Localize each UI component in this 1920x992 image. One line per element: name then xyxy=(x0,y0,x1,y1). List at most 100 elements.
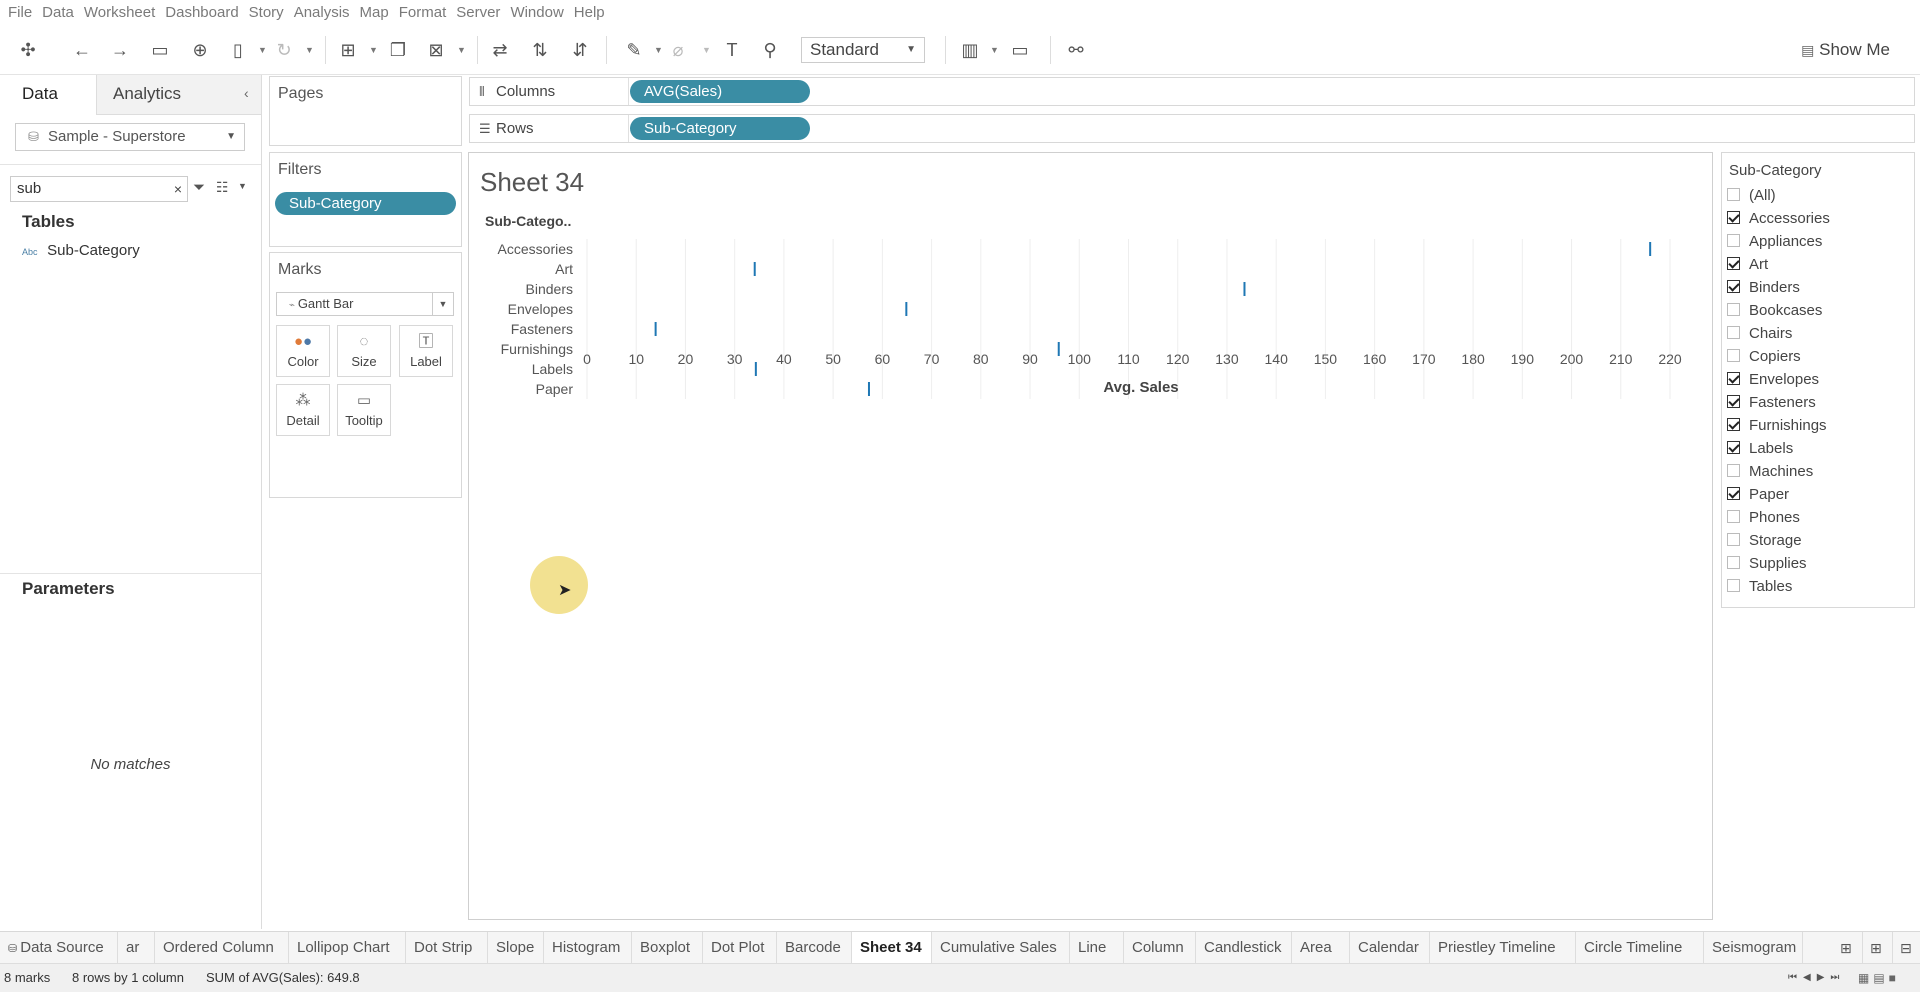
filter-item[interactable]: Storage xyxy=(1727,530,1802,552)
gantt-mark[interactable] xyxy=(905,302,908,316)
filter-item[interactable]: Accessories xyxy=(1727,208,1830,230)
menu-item-data[interactable]: Data xyxy=(37,0,79,26)
checkbox[interactable] xyxy=(1727,555,1740,569)
field-search-input[interactable]: sub × xyxy=(10,176,188,202)
chevron-down-icon[interactable]: ▼ xyxy=(238,181,247,191)
tableau-logo-icon[interactable]: ✣ xyxy=(16,38,40,62)
filter-item[interactable]: Fasteners xyxy=(1727,392,1816,414)
menu-item-story[interactable]: Story xyxy=(244,0,289,26)
tab-cumulative-sales[interactable]: Cumulative Sales xyxy=(932,932,1070,964)
sort-descending-icon[interactable]: ⇵ xyxy=(568,38,592,62)
tab-barcode[interactable]: Barcode xyxy=(777,932,852,964)
tab-area[interactable]: Area xyxy=(1292,932,1350,964)
refresh-icon[interactable]: ↻ xyxy=(272,38,296,62)
tab-data[interactable]: Data xyxy=(22,83,58,105)
checkbox[interactable] xyxy=(1727,210,1740,224)
checkbox[interactable] xyxy=(1727,532,1740,546)
highlight-icon[interactable]: ✎ xyxy=(622,38,646,62)
menu-item-format[interactable]: Format xyxy=(394,0,452,26)
undo-icon[interactable]: ← xyxy=(70,38,94,62)
tab-seismogram[interactable]: Seismogram xyxy=(1704,932,1803,964)
menu-item-help[interactable]: Help xyxy=(569,0,610,26)
checkbox[interactable] xyxy=(1727,486,1740,500)
new-story-icon[interactable]: ⊟ xyxy=(1892,932,1920,964)
checkbox[interactable] xyxy=(1727,279,1740,293)
checkbox[interactable] xyxy=(1727,371,1740,385)
menu-item-server[interactable]: Server xyxy=(451,0,505,26)
tab-data-source[interactable]: ⛁ Data Source xyxy=(0,932,118,964)
chevron-down-icon[interactable]: ▼ xyxy=(369,38,378,62)
sheet-navigation-icons[interactable]: ⏮◀▶⏭ xyxy=(1788,964,1845,992)
tab-histogram[interactable]: Histogram xyxy=(544,932,632,964)
checkbox[interactable] xyxy=(1727,325,1740,339)
tab-slope[interactable]: Slope xyxy=(488,932,544,964)
checkbox[interactable] xyxy=(1727,348,1740,362)
checkbox[interactable] xyxy=(1727,233,1740,247)
tab-dot-strip[interactable]: Dot Strip xyxy=(406,932,488,964)
chevron-down-icon[interactable]: ▼ xyxy=(457,38,466,62)
presentation-mode-icon[interactable]: ▭ xyxy=(1008,38,1032,62)
filter-item[interactable]: Chairs xyxy=(1727,323,1792,345)
filter-item[interactable]: Labels xyxy=(1727,438,1793,460)
mark-type-dropdown[interactable]: ⌁ Gantt Bar ▼ xyxy=(276,292,454,316)
filter-item[interactable]: Art xyxy=(1727,254,1768,276)
group-members-icon[interactable]: ⌀ xyxy=(666,38,690,62)
chevron-down-icon[interactable]: ▼ xyxy=(990,38,999,62)
view-options-icon[interactable]: ☷ xyxy=(216,179,229,196)
filter-item[interactable]: Envelopes xyxy=(1727,369,1819,391)
save-icon[interactable]: ▭ xyxy=(148,38,172,62)
clear-sheet-icon[interactable]: ⊠ xyxy=(424,38,448,62)
filter-item[interactable]: Copiers xyxy=(1727,346,1801,368)
tab-calendar[interactable]: Calendar xyxy=(1350,932,1430,964)
view-canvas[interactable]: Sheet 34 Sub-Catego.. Accessories Art Bind… xyxy=(468,152,1713,920)
filter-item[interactable]: Paper xyxy=(1727,484,1789,506)
tab-analytics[interactable]: Analytics xyxy=(113,83,181,105)
filter-item[interactable]: Phones xyxy=(1727,507,1800,529)
filters-card[interactable]: Filters Sub-Category xyxy=(269,152,462,247)
new-worksheet-icon[interactable]: ⊞ xyxy=(1832,932,1863,964)
rows-pill-sub-category[interactable]: Sub-Category xyxy=(630,117,810,140)
checkbox[interactable] xyxy=(1727,509,1740,523)
sort-ascending-icon[interactable]: ⇅ xyxy=(528,38,552,62)
tab-ordered-column[interactable]: Ordered Column xyxy=(155,932,289,964)
gantt-mark[interactable] xyxy=(1057,342,1060,356)
tab-candlestick[interactable]: Candlestick xyxy=(1196,932,1292,964)
columns-shelf[interactable]: ⦀ Columns AVG(Sales) xyxy=(469,77,1915,106)
filter-item[interactable]: Tables xyxy=(1727,576,1792,598)
menu-item-window[interactable]: Window xyxy=(505,0,568,26)
tab-ar[interactable]: ar xyxy=(118,932,155,964)
gantt-mark[interactable] xyxy=(1649,242,1652,256)
new-dashboard-icon[interactable]: ⊞ xyxy=(1862,932,1893,964)
pause-updates-icon[interactable]: ▯ xyxy=(226,38,250,62)
menu-item-worksheet[interactable]: Worksheet xyxy=(79,0,160,26)
filter-item[interactable]: Machines xyxy=(1727,461,1813,483)
new-datasource-icon[interactable]: ⊕ xyxy=(188,38,212,62)
clear-search-icon[interactable]: × xyxy=(174,177,182,201)
detail-button[interactable]: ⁂ Detail xyxy=(276,384,330,436)
filter-item[interactable]: Furnishings xyxy=(1727,415,1827,437)
tab-lollipop-chart[interactable]: Lollipop Chart xyxy=(289,932,406,964)
tooltip-button[interactable]: ▭ Tooltip xyxy=(337,384,391,436)
show-mark-labels-icon[interactable]: T xyxy=(720,38,744,62)
checkbox[interactable] xyxy=(1727,463,1740,477)
filter-item[interactable]: Binders xyxy=(1727,277,1800,299)
duplicate-sheet-icon[interactable]: ❐ xyxy=(386,38,410,62)
new-worksheet-icon[interactable]: ⊞ xyxy=(336,38,360,62)
color-button[interactable]: ●● Color xyxy=(276,325,330,377)
tab-line[interactable]: Line xyxy=(1070,932,1124,964)
menu-item-analysis[interactable]: Analysis xyxy=(289,0,355,26)
filter-item[interactable]: (All) xyxy=(1727,185,1776,207)
checkbox[interactable] xyxy=(1727,256,1740,270)
share-icon[interactable]: ⚯ xyxy=(1064,38,1088,62)
gantt-mark[interactable] xyxy=(753,262,756,276)
show-me-button[interactable]: ▤ Show Me xyxy=(1801,38,1890,62)
chevron-down-icon[interactable]: ▼ xyxy=(305,38,314,62)
chevron-down-icon[interactable]: ▼ xyxy=(702,38,711,62)
checkbox[interactable] xyxy=(1727,417,1740,431)
menu-item-file[interactable]: File xyxy=(0,0,37,26)
checkbox[interactable] xyxy=(1727,302,1740,316)
checkbox[interactable] xyxy=(1727,187,1740,201)
pin-axes-icon[interactable]: ⚲ xyxy=(758,38,782,62)
checkbox[interactable] xyxy=(1727,440,1740,454)
pages-card[interactable]: Pages xyxy=(269,76,462,146)
